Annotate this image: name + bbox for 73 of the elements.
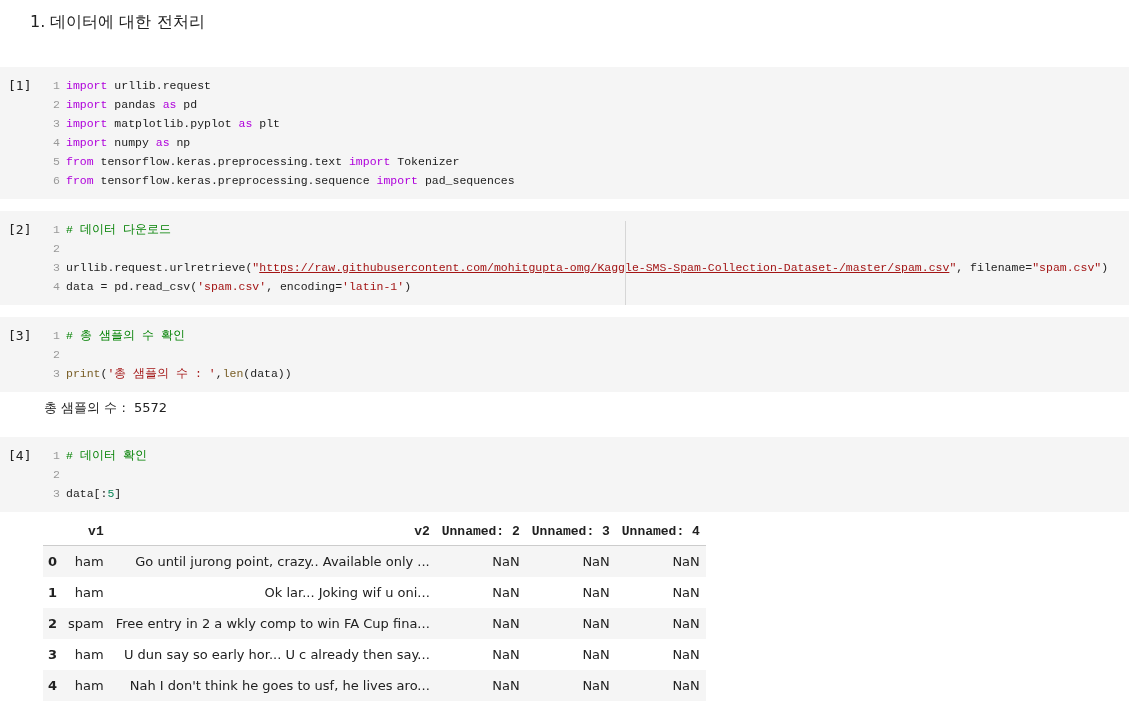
row-index: 1 [43,577,63,608]
line-number: 2 [52,467,60,483]
code-line: from tensorflow.keras.preprocessing.text import Tokenizer [66,154,460,170]
table-cell: NaN [435,670,526,701]
table-cell: Go until jurong point, crazy.. Available only ... [109,545,436,577]
column-header: Unnamed: 2 [435,518,526,546]
row-index: 4 [43,670,63,701]
table-cell: NaN [615,545,706,577]
table-cell: NaN [435,639,526,670]
code-cell[interactable]: [4] 1 # 데이터 확인 2 3 data[:5] [0,437,1129,512]
line-number: 1 [52,448,60,464]
table-cell: NaN [435,577,526,608]
line-number: 3 [52,260,60,276]
execution-count: [1] [8,78,32,93]
table-cell: spam [62,608,110,639]
column-header: v2 [109,518,436,546]
table-cell: Free entry in 2 a wkly comp to win FA Cup fina... [109,608,436,639]
line-number: 1 [52,78,60,94]
line-number: 3 [52,116,60,132]
code-line: import matplotlib.pyplot as plt [66,116,280,132]
execution-count: [4] [8,448,32,463]
table-cell: Ok lar... Joking wif u oni... [109,577,436,608]
line-number: 3 [52,366,60,382]
table-cell: ham [62,545,110,577]
code-line: from tensorflow.keras.preprocessing.sequence import pad_sequences [66,173,515,189]
line-number: 2 [52,241,60,257]
table-cell: NaN [435,545,526,577]
code-line: # 데이터 확인 [66,448,147,464]
table-cell: ham [62,670,110,701]
table-cell: NaN [525,639,616,670]
line-number: 4 [52,135,60,151]
table-cell: NaN [615,639,706,670]
code-line: import pandas as pd [66,97,198,113]
code-line: # 데이터 다운로드 [66,222,171,238]
execution-count: [3] [8,328,32,343]
table-cell: Nah I don't think he goes to usf, he lives aro... [109,670,436,701]
row-index: 3 [43,639,63,670]
table-cell: NaN [615,577,706,608]
code-line: print('총 샘플의 수 : ',len(data)) [66,366,292,382]
table-cell: ham [62,639,110,670]
section-heading: 1. 데이터에 대한 전처리 [30,12,205,33]
line-number: 2 [52,97,60,113]
table-cell: NaN [525,577,616,608]
output-text: 총 샘플의 수 : 5572 [44,400,168,415]
table-cell: NaN [435,608,526,639]
table-cell: NaN [525,545,616,577]
code-cell[interactable] [0,211,1129,305]
table-cell: NaN [615,608,706,639]
line-number: 5 [52,154,60,170]
code-line: import numpy as np [66,135,191,151]
row-index: 0 [43,545,63,577]
execution-count: [2] [8,222,32,237]
line-number: 1 [52,328,60,344]
code-line: import urllib.request [66,78,211,94]
line-number: 6 [52,173,60,189]
code-line: data = pd.read_csv('spam.csv', encoding='latin-1') [66,279,412,295]
code-line: data[:5] [66,486,122,502]
line-number: 4 [52,279,60,295]
row-index: 2 [43,608,63,639]
line-number: 3 [52,486,60,502]
code-line: # 총 샘플의 수 확인 [66,328,185,344]
table-cell: NaN [615,670,706,701]
code-line: urllib.request.urlretrieve("https://raw.githubusercontent.com/mohitgupta-omg/Kaggle-SMS-Spam-Collection-Dataset-/master/spam.csv", filename="spam.csv") [66,260,1109,276]
code-cell[interactable]: [3] 1 # 총 샘플의 수 확인 2 3 print('총 샘플의 수 : ',len(data)) [0,317,1129,392]
line-number: 2 [52,347,60,363]
table-cell: NaN [525,608,616,639]
column-header: Unnamed: 3 [525,518,616,546]
column-header: Unnamed: 4 [615,518,706,546]
table-cell: ham [62,577,110,608]
table-cell: U dun say so early hor... U c already then say... [109,639,436,670]
table-cell: NaN [525,670,616,701]
column-header: v1 [62,518,110,546]
line-number: 1 [52,222,60,238]
